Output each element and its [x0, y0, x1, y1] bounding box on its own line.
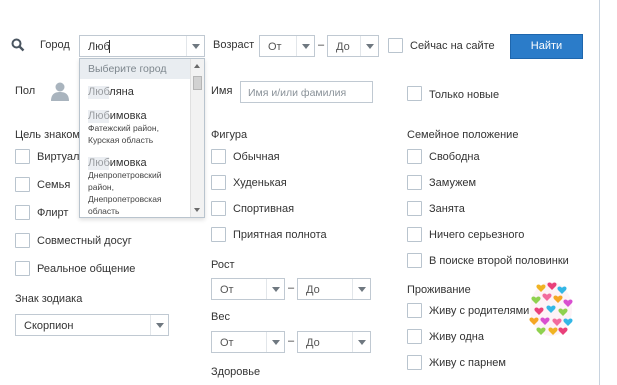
figure-option-4: Приятная полнота [233, 229, 327, 241]
family-checkbox-4[interactable] [407, 227, 422, 242]
weight-label: Вес [211, 311, 230, 323]
weight-dash: – [288, 335, 295, 347]
text-cursor [109, 40, 110, 53]
chevron-down-icon [352, 279, 370, 299]
figure-option-2: Худенькая [233, 177, 287, 189]
height-to-select[interactable]: До [297, 278, 371, 300]
only-new-checkbox[interactable] [407, 86, 422, 101]
goal-checkbox-4[interactable] [15, 233, 30, 248]
living-option-1: Живу с родителями [429, 305, 530, 317]
weight-to-value: До [306, 337, 320, 349]
family-checkbox-3[interactable] [407, 201, 422, 216]
height-from-value: От [220, 284, 234, 296]
age-to-select[interactable]: До [327, 35, 379, 57]
search-panel: Город Люб Возраст От – До Сейчас на сайт… [0, 0, 600, 385]
city-option-region: Днепропетровский район, Днепропетровская… [88, 170, 162, 216]
goal-checkbox-3[interactable] [15, 205, 30, 220]
family-option-4: Ничего серьезного [429, 229, 525, 241]
name-label: Имя [211, 85, 233, 97]
goal-checkbox-1[interactable] [15, 149, 30, 164]
figure-option-3: Спортивная [233, 203, 295, 215]
chevron-down-icon[interactable] [186, 36, 204, 56]
zodiac-select[interactable]: Скорпион [15, 314, 169, 336]
city-dropdown: Выберите город Любляна Любимовка Фатежск… [79, 58, 205, 218]
weight-from-value: От [220, 337, 234, 349]
living-option-2: Живу одна [429, 331, 484, 343]
chevron-down-icon [296, 36, 314, 56]
living-checkbox-2[interactable] [407, 329, 422, 344]
goal-option-4: Совместный досуг [37, 235, 132, 247]
zodiac-value: Скорпион [24, 320, 74, 332]
living-checkbox-1[interactable] [407, 303, 422, 318]
figure-checkbox-3[interactable] [211, 201, 226, 216]
figure-checkbox-1[interactable] [211, 149, 226, 164]
city-input-value: Люб [88, 41, 110, 53]
scroll-up-icon[interactable] [194, 64, 200, 68]
goal-option-5: Реальное общение [37, 263, 136, 275]
gender-label: Пол [15, 85, 36, 97]
chevron-down-icon [352, 332, 370, 352]
online-checkbox[interactable] [388, 38, 403, 53]
age-from-select[interactable]: От [259, 35, 315, 57]
online-label: Сейчас на сайте [410, 40, 495, 52]
height-dash: – [288, 282, 295, 294]
zodiac-label: Знак зодиака [15, 293, 83, 305]
family-option-3: Занята [429, 203, 465, 215]
family-option-2: Замужем [429, 177, 477, 189]
easter-egg-image [527, 276, 575, 338]
weight-to-select[interactable]: До [297, 331, 371, 353]
chevron-down-icon [266, 332, 284, 352]
dropdown-scrollbar[interactable] [190, 59, 204, 217]
age-to-value: До [336, 41, 350, 53]
age-from-value: От [268, 41, 282, 53]
chevron-down-icon [360, 36, 378, 56]
height-to-value: До [306, 284, 320, 296]
name-input[interactable]: Имя и/или фамилия [240, 81, 373, 103]
name-input-placeholder: Имя и/или фамилия [248, 87, 347, 99]
family-checkbox-1[interactable] [407, 149, 422, 164]
find-button[interactable]: Найти [510, 34, 583, 59]
living-option-3: Живу с парнем [429, 357, 506, 369]
family-title: Семейное положение [407, 129, 519, 141]
figure-checkbox-2[interactable] [211, 175, 226, 190]
person-icon[interactable] [50, 81, 70, 101]
height-from-select[interactable]: От [211, 278, 285, 300]
city-dropdown-header: Выберите город [80, 59, 190, 79]
search-icon [11, 38, 25, 52]
city-option-region: Фатежский район, Курская область [88, 123, 159, 145]
match-highlight [88, 157, 109, 170]
figure-checkbox-4[interactable] [211, 227, 226, 242]
figure-title: Фигура [211, 129, 248, 141]
health-label: Здоровье [211, 366, 261, 378]
living-title: Проживание [407, 284, 471, 296]
chevron-down-icon [266, 279, 284, 299]
living-checkbox-3[interactable] [407, 355, 422, 370]
match-highlight [88, 110, 109, 123]
age-dash: – [318, 39, 325, 51]
figure-option-1: Обычная [233, 151, 280, 163]
height-label: Рост [211, 259, 235, 271]
family-checkbox-5[interactable] [407, 253, 422, 268]
scrollbar-thumb[interactable] [193, 76, 202, 90]
family-option-5: В поиске второй половинки [429, 255, 569, 267]
family-checkbox-2[interactable] [407, 175, 422, 190]
chevron-down-icon [150, 315, 168, 335]
match-highlight [88, 86, 109, 99]
city-input[interactable]: Люб [79, 35, 205, 57]
goal-checkbox-5[interactable] [15, 261, 30, 276]
age-label: Возраст [213, 39, 255, 51]
goal-checkbox-2[interactable] [15, 177, 30, 192]
goal-option-2: Семья [37, 179, 71, 191]
only-new-label: Только новые [429, 89, 500, 101]
scroll-down-icon[interactable] [194, 208, 200, 212]
family-option-1: Свободна [429, 151, 480, 163]
weight-from-select[interactable]: От [211, 331, 285, 353]
city-label: Город [40, 39, 70, 51]
goal-option-3: Флирт [37, 207, 69, 219]
